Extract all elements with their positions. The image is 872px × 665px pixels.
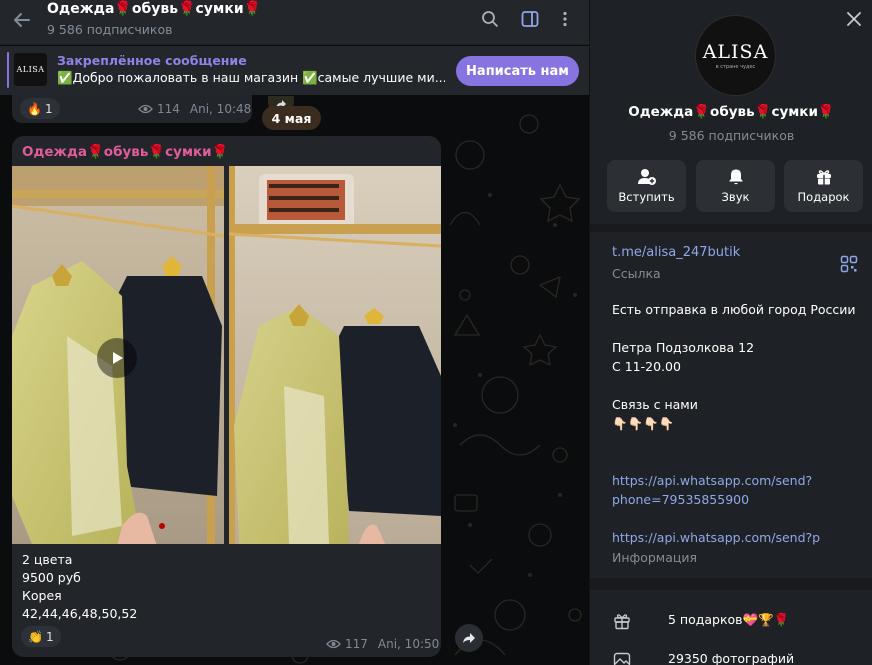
whatsapp-link[interactable]: https://api.whatsapp.com/send?p: [612, 528, 820, 547]
photos-count: 29350 фотографий: [668, 651, 795, 665]
forward-button[interactable]: [455, 624, 483, 652]
message-meta: 117 Ani, 10:50: [326, 637, 439, 651]
gift-label: Подарок: [797, 190, 850, 204]
write-us-button[interactable]: Написать нам: [456, 56, 579, 86]
sound-label: Звук: [721, 190, 750, 204]
whatsapp-link[interactable]: https://api.whatsapp.com/send? phone=795…: [612, 471, 812, 509]
message-author-time: Ani, 10:48: [189, 102, 252, 116]
gifts-row[interactable]: [612, 609, 632, 633]
join-label: Вступить: [618, 190, 675, 204]
media-photo[interactable]: [229, 166, 441, 544]
forward-arrow-icon: [463, 633, 475, 643]
bell-icon: [728, 169, 743, 185]
reaction-count: 1: [44, 101, 53, 116]
view-count: 117: [345, 637, 368, 651]
reaction-count: 1: [45, 629, 54, 644]
date-separator: 4 мая: [262, 106, 321, 130]
chat-header: Одежда🌹обувь🌹сумки🌹 9 586 подписчиков: [0, 0, 589, 45]
qr-code-icon: [840, 255, 858, 273]
chat-subscribers: 9 586 подписчиков: [47, 22, 173, 37]
add-user-icon: [637, 169, 656, 185]
avatar-logo-text: ALISA: [702, 41, 769, 63]
media-video[interactable]: [12, 166, 224, 544]
message-bubble: Одежда🌹обувь🌹сумки🌹 2 цвета 9500 руб Кор…: [12, 136, 441, 657]
section-divider: [590, 224, 872, 232]
join-button[interactable]: Вступить: [607, 160, 686, 212]
message-author-time: Ani, 10:50: [377, 637, 440, 651]
close-icon: [847, 12, 861, 26]
profile-panel: ALISA в стране чудес Одежда🌹обувь🌹сумки🌹…: [589, 0, 872, 665]
sidebar-panel-icon: [521, 11, 539, 27]
message-caption: 2 цвета 9500 руб Корея 42,44,46,48,50,52: [22, 551, 137, 623]
chat-area: Одежда🌹обувь🌹сумки🌹 9 586 подписчиков AL…: [0, 0, 589, 665]
photo-thumbnail: [229, 166, 441, 544]
pinned-indicator: [7, 52, 9, 88]
photos-row[interactable]: [612, 648, 632, 665]
gift-icon: [816, 170, 831, 185]
sound-button[interactable]: Звук: [696, 160, 775, 212]
more-button[interactable]: [554, 8, 576, 30]
photo-icon: [612, 650, 632, 665]
caption-line: 42,44,46,48,50,52: [22, 606, 138, 621]
play-icon: [113, 352, 123, 364]
profile-title: Одежда🌹обувь🌹сумки🌹: [628, 104, 835, 120]
eye-icon: [138, 104, 153, 114]
more-vertical-icon: [563, 11, 567, 27]
pinned-title: Закреплённое сообщение: [57, 53, 247, 68]
fire-icon: 🔥: [27, 101, 42, 116]
view-count: 114: [157, 102, 180, 116]
search-icon: [482, 11, 498, 27]
qr-code-button[interactable]: [840, 255, 858, 273]
avatar-tagline: в стране чудес: [715, 64, 756, 70]
arrow-left-icon: [14, 13, 30, 27]
reaction-chip[interactable]: 🔥 1: [20, 98, 60, 119]
close-button[interactable]: [845, 10, 863, 28]
gifts-count: 5 подарков💝🏆🌹: [668, 612, 790, 627]
section-divider: [590, 578, 872, 590]
back-button[interactable]: [10, 8, 34, 32]
pinned-text: ✅Добро пожаловать в наш магазин ✅самые л…: [57, 70, 445, 85]
caption-line: 9500 руб: [22, 570, 81, 585]
caption-line: Корея: [22, 588, 62, 603]
channel-avatar[interactable]: ALISA в стране чудес: [695, 15, 776, 96]
caption-line: 2 цвета: [22, 552, 73, 567]
gift-icon: [612, 611, 632, 631]
pinned-thumbnail-logo: ALISA: [16, 65, 45, 74]
gift-button[interactable]: Подарок: [784, 160, 863, 212]
search-button[interactable]: [479, 8, 501, 30]
link-caption: Ссылка: [612, 266, 661, 281]
message-author[interactable]: Одежда🌹обувь🌹сумки🌹: [22, 144, 228, 160]
pinned-message-bar[interactable]: ALISA Закреплённое сообщение ✅Добро пожа…: [0, 46, 589, 95]
chat-title[interactable]: Одежда🌹обувь🌹сумки🌹: [47, 1, 261, 17]
profile-subscribers: 9 586 подписчиков: [668, 128, 795, 143]
previous-message: 🔥 1 114 Ani, 10:48: [12, 95, 252, 123]
info-caption: Информация: [612, 550, 698, 565]
channel-link[interactable]: t.me/alisa_247butik: [612, 245, 740, 260]
message-meta: 114 Ani, 10:48: [138, 102, 251, 116]
pinned-thumbnail: ALISA: [14, 53, 47, 86]
reaction-chip[interactable]: 👏 1: [21, 626, 61, 647]
clap-icon: 👏: [28, 629, 43, 644]
channel-description: Есть отправка в любой город России Петра…: [612, 302, 856, 431]
eye-icon: [326, 639, 341, 649]
sidebar-toggle-button[interactable]: [519, 8, 541, 30]
play-button[interactable]: [97, 338, 137, 378]
